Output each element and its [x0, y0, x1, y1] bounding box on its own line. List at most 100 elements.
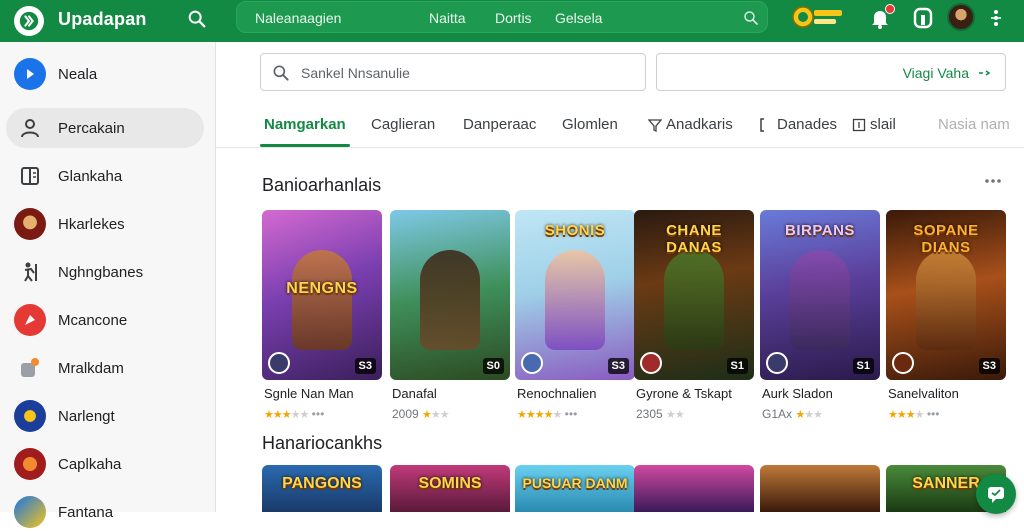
sidebar-item-label: Nghngbanes: [58, 263, 144, 281]
user-avatar[interactable]: [947, 3, 975, 31]
notifications-button[interactable]: [868, 4, 895, 30]
tab-5[interactable]: Danades: [759, 116, 837, 133]
character-art: [664, 250, 724, 350]
rating-stars-icon: ★★★★★: [264, 409, 309, 421]
rating-stars-icon: ★★★: [422, 409, 450, 421]
score-badge: S0: [482, 358, 504, 374]
brand-name: Upadapan: [58, 9, 147, 29]
person-icon: [14, 112, 46, 144]
tab-3[interactable]: Glomlen: [562, 116, 618, 133]
sidebar-item-9[interactable]: Fantana: [6, 492, 204, 532]
game-badge-logo-icon[interactable]: [792, 4, 844, 30]
sidebar-item-4[interactable]: Nghngbanes: [6, 252, 204, 292]
art-title: SOMINS: [418, 475, 482, 492]
game-card-row2-4[interactable]: [760, 465, 880, 512]
art-title: BIRPANS: [785, 222, 855, 239]
sidebar-item-7[interactable]: Narlengt: [6, 396, 204, 436]
game-year: 2009: [392, 407, 419, 421]
top-search-placeholder: Naleanaagien: [255, 10, 342, 26]
sidebar-item-1[interactable]: Percakain: [6, 108, 204, 148]
sidebar-item-3[interactable]: Hkarlekes: [6, 204, 204, 244]
tab-0[interactable]: Namgarkan: [260, 116, 350, 147]
game-name: Renochnalien: [517, 386, 597, 401]
game-card-4[interactable]: BIRPANS S1 Aurk Sladon G1Ax ★★★: [760, 210, 880, 430]
game-name: Sgnle Nan Man: [264, 386, 354, 401]
top-search-bar[interactable]: Naleanaagien Naitta Dortis Gelsela: [236, 1, 768, 33]
book-icon: [14, 160, 46, 192]
game-avatar-icon: [14, 208, 46, 240]
game-name: Danafal: [392, 386, 437, 401]
game-card-row2-3[interactable]: [634, 465, 754, 512]
more-horiz-icon[interactable]: [984, 178, 1002, 184]
category-tabs: Namgarkan Caglieran Danperaac Glomlen An…: [216, 104, 1024, 148]
tab-4[interactable]: Anadkaris: [648, 116, 733, 133]
app-logo-icon[interactable]: [14, 6, 44, 36]
sidebar-item-5[interactable]: Mcancone: [6, 300, 204, 340]
game-card-0[interactable]: NENGNS S3 Sgnle Nan Man ★★★★★ •••: [262, 210, 382, 430]
game-card-art: SOPANE DIANS S3: [886, 210, 1006, 380]
art-title: SOPANE DIANS: [913, 222, 979, 256]
game-card-row2-2[interactable]: PUSUAR DANM: [515, 465, 635, 512]
red-badge-icon: [14, 304, 46, 336]
filter-dropdown[interactable]: Viagi Vaha: [656, 53, 1006, 91]
tab-label: Namgarkan: [264, 116, 346, 133]
top-nav-link-1[interactable]: Naitta: [429, 10, 466, 26]
art-title: SHONIS: [544, 222, 606, 239]
game-card-art: S0: [390, 210, 510, 380]
tab-label: Danperaac: [463, 116, 537, 133]
game-card-5[interactable]: SOPANE DIANS S3 Sanelvaliton ★★★★ •••: [886, 210, 1006, 430]
tab-label: Glomlen: [562, 116, 618, 133]
tab-6[interactable]: slail: [852, 116, 896, 133]
developer-badge-icon: [268, 352, 290, 374]
active-tab-indicator: [260, 144, 350, 147]
tab-label: slail: [870, 116, 896, 133]
game-card-2[interactable]: SHONIS S3 Renochnalien ★★★★★ •••: [515, 210, 635, 430]
top-app-bar: Upadapan Naleanaagien Naitta Dortis Gels…: [0, 0, 1024, 42]
profile-letter-icon[interactable]: [912, 6, 934, 30]
tab-7[interactable]: Nasia nam: [938, 116, 1010, 133]
game-card-art: BIRPANS S1: [760, 210, 880, 380]
search-icon[interactable]: [186, 8, 208, 30]
game-card-art: NENGNS S3: [262, 210, 382, 380]
figure-icon: [14, 256, 46, 288]
top-nav-link-3[interactable]: Gelsela: [555, 10, 602, 26]
square-icon: [852, 118, 866, 131]
developer-badge-icon: [766, 352, 788, 374]
notification-dot: [885, 4, 895, 14]
main-search-input[interactable]: Sankel Nnsanulie: [260, 53, 646, 91]
rating-stars-icon: ★★: [666, 409, 685, 421]
developer-badge-icon: [640, 352, 662, 374]
game-meta: 2009 ★★★: [392, 407, 450, 421]
sidebar-item-0[interactable]: Neala: [6, 54, 204, 94]
search-icon: [273, 65, 289, 81]
art-title: NENGNS: [286, 280, 358, 297]
sidebar-item-8[interactable]: Caplkaha: [6, 444, 204, 484]
sidebar-item-2[interactable]: Glankaha: [6, 156, 204, 196]
game-card-3[interactable]: CHANE DANAS S1 Gyrone & Tskapt 2305 ★★: [634, 210, 754, 430]
game-meta: ★★★★★ •••: [264, 407, 324, 421]
game-card-row2-1[interactable]: SOMINS: [390, 465, 510, 512]
blue-game-icon: [14, 496, 46, 528]
score-badge: S3: [607, 358, 629, 374]
tab-label: Nasia nam: [938, 116, 1010, 133]
top-nav-link-2[interactable]: Dortis: [495, 10, 532, 26]
chat-fab-button[interactable]: [976, 474, 1016, 514]
game-name: Gyrone & Tskapt: [636, 386, 732, 401]
game-meta: ★★★★★ •••: [517, 407, 577, 421]
developer-badge-icon: [521, 352, 543, 374]
game-card-row2-0[interactable]: PANGONS: [262, 465, 382, 512]
chevron-down-icon: [979, 70, 991, 76]
sidebar-item-label: Caplkaha: [58, 455, 122, 473]
rating-stars-icon: ★★★: [795, 409, 823, 421]
game-meta-text: G1Ax: [762, 407, 793, 421]
sidebar-item-label: Hkarlekes: [58, 215, 125, 233]
sidebar-item-label: Glankaha: [58, 167, 123, 185]
score-badge: S3: [978, 358, 1000, 374]
more-vert-icon[interactable]: [988, 9, 1004, 27]
game-card-1[interactable]: S0 Danafal 2009 ★★★: [390, 210, 510, 430]
tab-2[interactable]: Danperaac: [463, 116, 536, 133]
art-title: CHANE DANAS: [666, 222, 722, 256]
tab-1[interactable]: Caglieran: [371, 116, 435, 133]
search-submit-icon[interactable]: [742, 9, 760, 27]
sidebar-item-6[interactable]: Mralkdam: [6, 348, 204, 388]
